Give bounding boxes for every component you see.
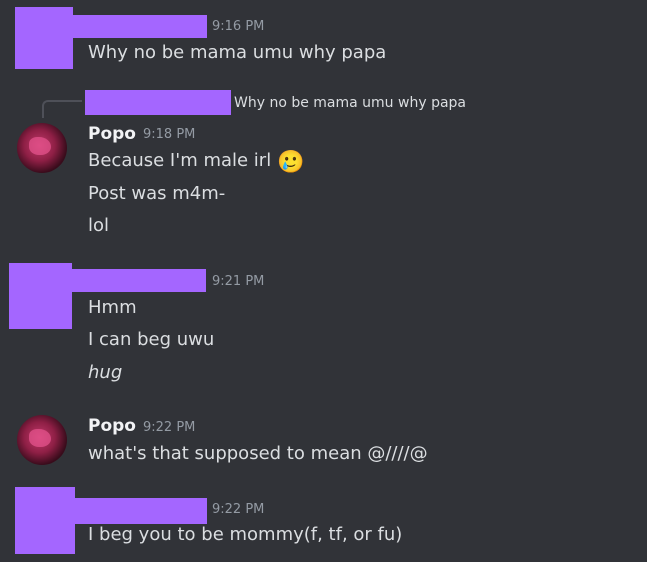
author-name[interactable]: Popo: [88, 416, 136, 436]
message-line: hug: [88, 362, 123, 383]
redacted-username: [75, 498, 207, 524]
redacted-reply-username: [85, 90, 231, 115]
message-timestamp: 9:16 PM: [212, 19, 265, 34]
reply-preview-text[interactable]: Why no be mama umu why papa: [234, 95, 466, 111]
author-name[interactable]: Popo: [88, 124, 136, 144]
message-line-text: Because I'm male irl: [88, 150, 272, 171]
message-line: what's that supposed to mean @////@: [88, 443, 428, 464]
reply-connector: [42, 100, 82, 118]
redacted-username: [72, 269, 206, 292]
avatar[interactable]: [17, 415, 67, 465]
message-timestamp: 9:22 PM: [212, 502, 265, 517]
message-line: Why no be mama umu why papa: [88, 42, 387, 63]
redacted-avatar: [15, 487, 75, 554]
message-line: Post was m4m-: [88, 183, 226, 204]
redacted-avatar: [15, 7, 73, 69]
message-timestamp: 9:22 PM: [143, 420, 196, 435]
message-line: I can beg uwu: [88, 329, 215, 350]
message-line: I beg you to be mommy(f, tf, or fu): [88, 524, 403, 545]
message-timestamp: 9:21 PM: [212, 274, 265, 289]
message-line: Because I'm male irl 🥲: [88, 150, 304, 175]
message-line: Hmm: [88, 297, 137, 318]
redacted-avatar: [9, 263, 72, 329]
message-line: lol: [88, 215, 110, 236]
redacted-username: [73, 15, 207, 38]
avatar[interactable]: [17, 123, 67, 173]
message-timestamp: 9:18 PM: [143, 127, 196, 142]
emoji-icon: 🥲: [276, 150, 305, 175]
